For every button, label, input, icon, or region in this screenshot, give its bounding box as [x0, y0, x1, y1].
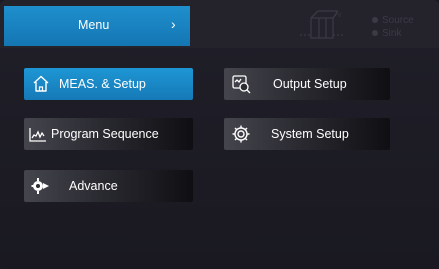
meas-setup-button[interactable]: MEAS. & Setup	[24, 68, 193, 100]
advance-gear-icon	[31, 176, 51, 196]
power-supply-icon: +V	[298, 8, 348, 44]
program-sequence-label: Program Sequence	[51, 127, 159, 141]
output-setup-label: Output Setup	[273, 77, 347, 91]
device-screen: Menu › +V Source Sink MEAS. & Setup Outp…	[0, 0, 439, 269]
home-icon	[31, 74, 51, 94]
menu-tab-label: Menu	[78, 18, 110, 32]
status-sink: Sink	[372, 27, 414, 39]
chevron-right-icon: ›	[171, 16, 176, 32]
status-sink-label: Sink	[382, 27, 402, 39]
advance-label: Advance	[69, 179, 118, 193]
meas-setup-label: MEAS. & Setup	[59, 77, 146, 91]
top-bar: Menu › +V Source Sink	[0, 0, 439, 48]
status-list: Source Sink	[372, 14, 414, 40]
status-source-label: Source	[382, 14, 414, 26]
svg-text:+V: +V	[334, 13, 342, 19]
advance-button[interactable]: Advance	[24, 170, 193, 202]
system-setup-button[interactable]: System Setup	[224, 118, 390, 150]
system-setup-label: System Setup	[271, 127, 349, 141]
program-sequence-button[interactable]: Program Sequence	[24, 118, 193, 150]
program-sequence-icon	[28, 124, 48, 144]
menu-tab[interactable]: Menu ›	[4, 6, 190, 46]
status-dot	[372, 30, 378, 36]
status-dot	[372, 17, 378, 23]
output-setup-icon	[231, 74, 251, 94]
gear-icon	[231, 124, 251, 144]
output-setup-button[interactable]: Output Setup	[224, 68, 390, 100]
status-source: Source	[372, 14, 414, 26]
